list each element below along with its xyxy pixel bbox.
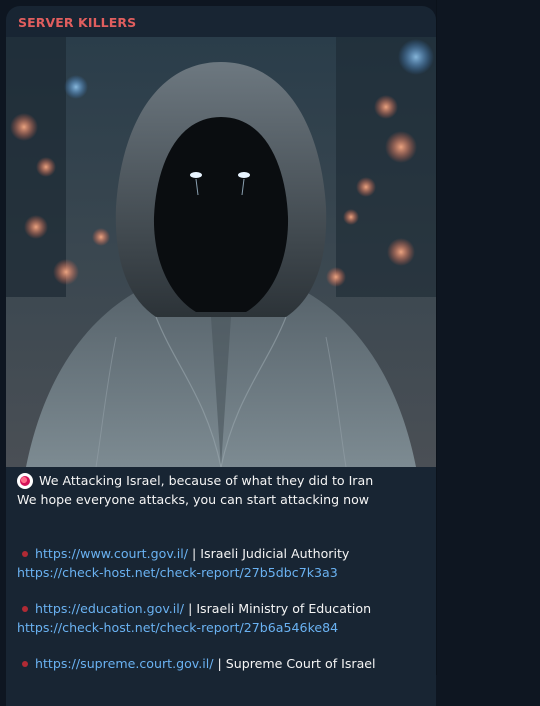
caption-text-2: We hope everyone attacks, you can start …: [17, 492, 370, 507]
target-name-1: Israeli Judicial Authority: [200, 546, 350, 561]
post-caption: We Attacking Israel, because of what the…: [17, 471, 427, 673]
separator: |: [192, 546, 197, 561]
chat-background-pane: [436, 0, 540, 675]
report-link-1[interactable]: https://check-host.net/check-report/27b5…: [17, 563, 338, 582]
target-name-3: Supreme Court of Israel: [225, 656, 376, 671]
red-dot-icon: [22, 660, 28, 667]
red-circle-emoji-icon: [17, 472, 33, 489]
caption-line-1: We Attacking Israel, because of what the…: [17, 471, 427, 490]
hooded-figure-photo: [6, 37, 436, 467]
target-row-3: https://supreme.court.gov.il/ | Supreme …: [17, 654, 427, 673]
target-row-2: https://education.gov.il/ | Israeli Mini…: [17, 599, 427, 618]
target-link-1[interactable]: https://www.court.gov.il/: [35, 544, 188, 563]
target-name-2: Israeli Ministry of Education: [196, 601, 372, 616]
target-row-1: https://www.court.gov.il/ | Israeli Judi…: [17, 544, 427, 563]
report-row-2: https://check-host.net/check-report/27b6…: [17, 618, 427, 637]
report-row-1: https://check-host.net/check-report/27b5…: [17, 563, 427, 582]
red-dot-icon: [22, 550, 28, 557]
separator: |: [217, 656, 222, 671]
target-link-2[interactable]: https://education.gov.il/: [35, 599, 184, 618]
post-photo[interactable]: [6, 37, 436, 467]
separator: |: [188, 601, 193, 616]
target-link-3[interactable]: https://supreme.court.gov.il/: [35, 654, 214, 673]
channel-name[interactable]: SERVER KILLERS: [18, 15, 136, 30]
message-bubble[interactable]: SERVER KILLERS We Attacking Israel, beca…: [6, 6, 436, 706]
caption-line-2: We hope everyone attacks, you can start …: [17, 490, 427, 509]
red-dot-icon: [22, 605, 28, 612]
caption-text-1: We Attacking Israel, because of what the…: [39, 473, 374, 488]
report-link-2[interactable]: https://check-host.net/check-report/27b6…: [17, 618, 338, 637]
